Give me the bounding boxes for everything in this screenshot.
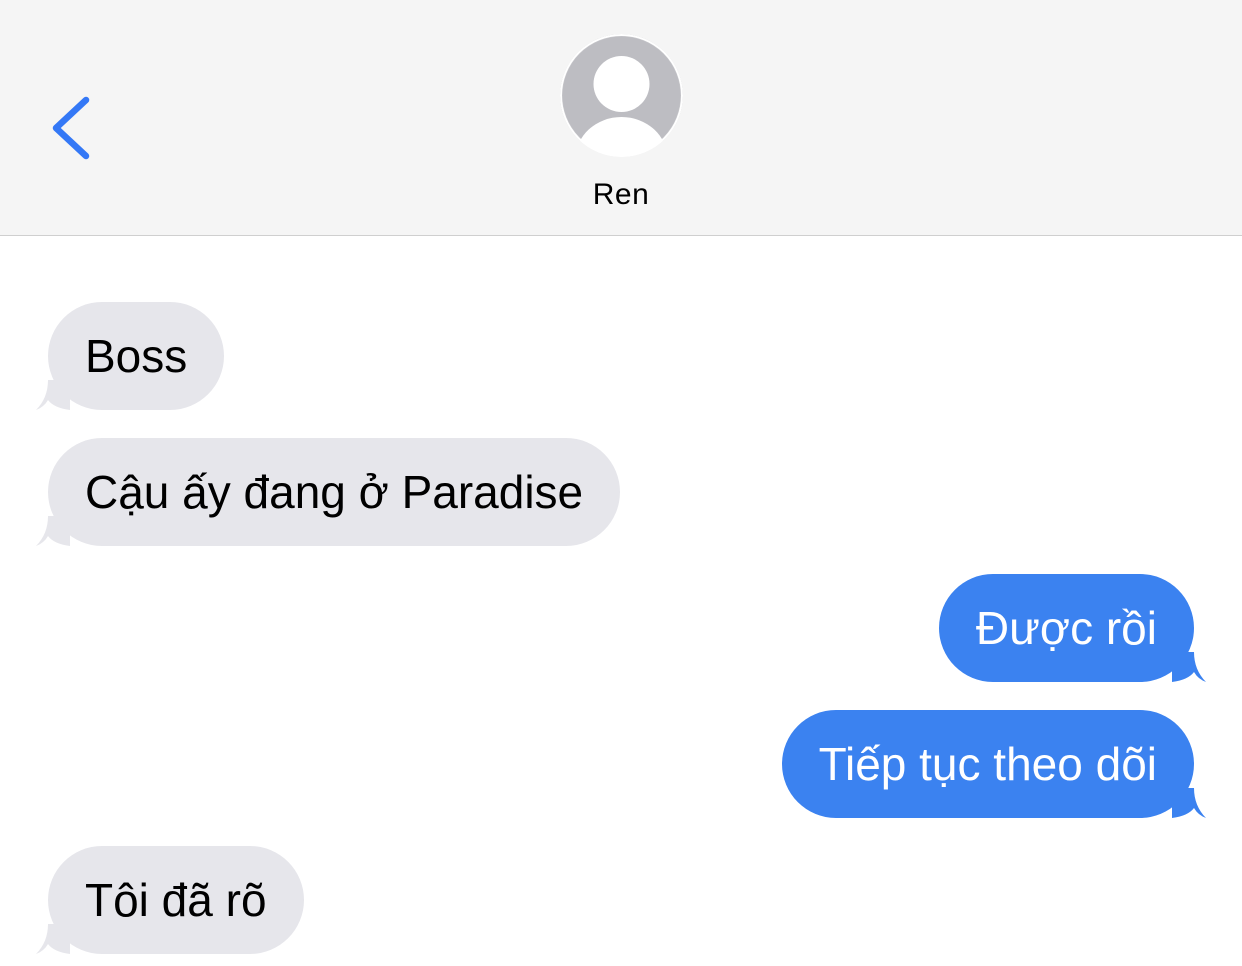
message-bubble-incoming[interactable]: Tôi đã rõ (36, 846, 304, 954)
message-text: Tiếp tục theo dõi (818, 738, 1157, 790)
message-text: Được rồi (975, 602, 1157, 654)
bubble-tail (36, 516, 70, 546)
message-text: Boss (85, 330, 188, 382)
contact-avatar[interactable] (560, 34, 683, 157)
bubble-tail (36, 380, 70, 410)
message-text: Cậu ấy đang ở Paradise (85, 466, 584, 518)
bubble-tail (36, 924, 70, 954)
bubble-tail (1172, 788, 1206, 818)
back-button[interactable] (40, 82, 110, 174)
bubble-tail (1172, 652, 1206, 682)
message-bubble-incoming[interactable]: Cậu ấy đang ở Paradise (36, 438, 621, 546)
contact-name[interactable]: Ren (521, 178, 721, 212)
message-text: Tôi đã rõ (85, 874, 267, 926)
chevron-left-icon (52, 96, 90, 160)
message-bubble-outgoing[interactable]: Tiếp tục theo dõi (781, 710, 1206, 818)
person-silhouette-icon (560, 34, 683, 157)
message-bubble-incoming[interactable]: Boss (36, 302, 225, 410)
conversation-header: Ren (0, 0, 1242, 236)
message-bubble-outgoing[interactable]: Được rồi (938, 574, 1206, 682)
